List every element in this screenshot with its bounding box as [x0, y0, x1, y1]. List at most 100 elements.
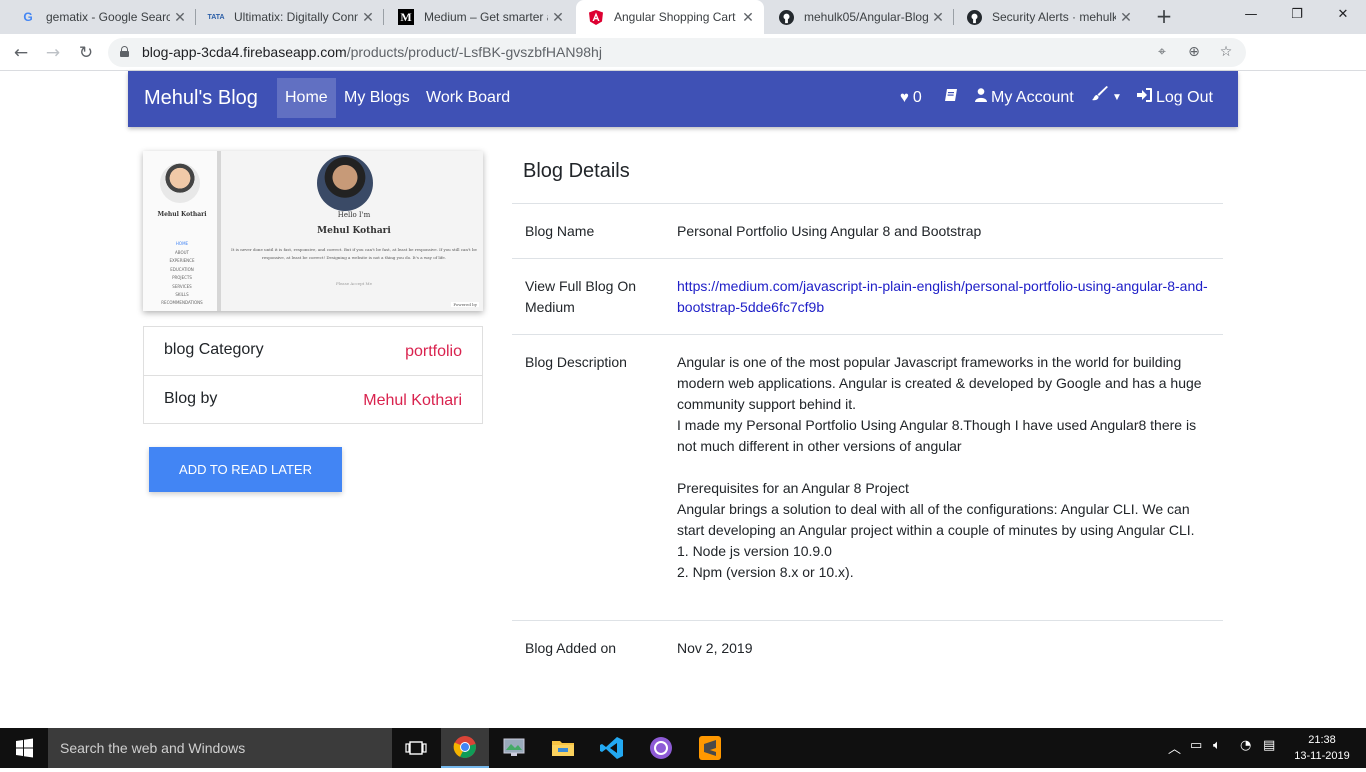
close-tab-icon[interactable]: ✕ [1116, 9, 1136, 26]
clock-date: 13-11-2019 [1294, 750, 1350, 762]
monitor-app-icon [503, 738, 525, 756]
github-icon [966, 9, 982, 25]
list-item: Blog by Mehul Kothari [144, 376, 482, 425]
start-button[interactable] [0, 728, 48, 768]
nav-work-board[interactable]: Work Board [418, 78, 518, 118]
thumbnail-name: Mehul Kothari [317, 226, 391, 236]
taskbar-chrome[interactable] [441, 728, 489, 768]
blog-name-label: Blog Name [525, 223, 595, 239]
user-icon [975, 78, 987, 118]
wifi-icon[interactable]: ◔ [1240, 738, 1251, 753]
thumbnail-link: PROJECTS [172, 275, 192, 280]
url-path: /products/product/-LsfBK-gvszbfHAN98hj [346, 44, 602, 60]
sublime-icon [699, 736, 721, 760]
blog-thumbnail: Mehul Kothari HOME ABOUT EXPERIENCE EDUC… [143, 151, 483, 311]
reload-icon[interactable]: ↻ [73, 40, 99, 66]
taskbar-app[interactable] [490, 728, 538, 768]
thumbnail-greeting: Hello I'm [337, 211, 371, 219]
caret-down-icon: ▼ [1112, 92, 1122, 103]
description-blank [677, 457, 1212, 478]
vscode-icon [600, 737, 623, 759]
taskbar-search-input[interactable]: Search the web and Windows [48, 728, 392, 768]
list-item: blog Category portfolio [144, 327, 482, 376]
task-view-icon [405, 741, 427, 755]
theme-dropdown[interactable]: ▼ [1091, 78, 1122, 118]
nav-my-blogs[interactable]: My Blogs [336, 78, 418, 118]
thumbnail-avatar-small [160, 163, 200, 203]
tab-angular-shopping-cart[interactable]: Angular Shopping Cart ✕ [576, 0, 764, 34]
table-row: Blog Name Personal Portfolio Using Angul… [512, 203, 1223, 258]
close-tab-icon[interactable]: ✕ [358, 9, 378, 26]
tab-github-angular-blog[interactable]: mehulk05/Angular-Blog ✕ [766, 0, 954, 34]
medium-link[interactable]: https://medium.com/javascript-in-plain-e… [677, 278, 1208, 315]
thumbnail-sidebar: Mehul Kothari HOME ABOUT EXPERIENCE EDUC… [143, 151, 221, 311]
description-value: Angular is one of the most popular Javas… [677, 352, 1212, 583]
new-tab-button[interactable]: + [1152, 4, 1176, 28]
blog-info-list: blog Category portfolio Blog by Mehul Ko… [143, 326, 483, 424]
minimize-icon[interactable]: — [1228, 0, 1274, 30]
tab-title: Ultimatix: Digitally Connected [234, 10, 358, 24]
logout-link[interactable]: Log Out [1137, 78, 1213, 118]
my-account-label: My Account [991, 89, 1074, 106]
taskbar-github-desktop[interactable] [637, 728, 685, 768]
forward-icon[interactable]: → [40, 40, 66, 66]
thumbnail-link: SKILLS [175, 292, 189, 297]
chevron-up-icon[interactable]: ︿ [1168, 738, 1181, 757]
location-icon[interactable]: ⌖ [1152, 42, 1172, 62]
tab-medium[interactable]: M Medium – Get smarter about ✕ [386, 0, 574, 34]
close-tab-icon[interactable]: ✕ [548, 9, 568, 26]
back-icon[interactable]: ← [8, 40, 34, 66]
close-tab-icon[interactable]: ✕ [170, 9, 190, 26]
github-icon [778, 9, 794, 25]
bookmark-star-icon[interactable]: ☆ [1216, 42, 1236, 62]
category-label: blog Category [164, 341, 264, 358]
details-heading: Blog Details [523, 160, 630, 182]
description-paragraph: Angular brings a solution to deal with a… [677, 501, 1195, 538]
add-to-read-later-button[interactable]: Add to read later [149, 447, 342, 492]
close-window-icon[interactable]: ✕ [1320, 0, 1366, 30]
task-view-button[interactable] [392, 728, 440, 768]
tab-google-search[interactable]: G gematix - Google Search ✕ [8, 0, 196, 34]
tab-title: mehulk05/Angular-Blog [804, 10, 928, 24]
install-icon[interactable]: ⊕ [1184, 42, 1204, 62]
taskbar-clock[interactable]: 21:38 13-11-2019 [1294, 732, 1350, 764]
notification-icon[interactable]: ▤ [1263, 738, 1275, 753]
close-tab-icon[interactable]: ✕ [738, 9, 758, 26]
thumbnail-sidebar-name: Mehul Kothari [157, 211, 207, 218]
read-later-link[interactable] [944, 78, 958, 118]
taskbar-sublime[interactable] [686, 728, 734, 768]
thumbnail-link: RECOMMENDATIONS [161, 300, 203, 305]
medium-icon: M [398, 9, 414, 25]
tab-github-security-alerts[interactable]: Security Alerts · mehulk05 ✕ [954, 0, 1142, 34]
description-label: Blog Description [525, 354, 627, 370]
nav-home[interactable]: Home [277, 78, 336, 118]
brand-logo[interactable]: Mehul's Blog [144, 87, 258, 110]
description-paragraph: Prerequisites for an Angular 8 Project [677, 480, 909, 496]
battery-icon[interactable]: ▭ [1190, 738, 1202, 753]
close-tab-icon[interactable]: ✕ [928, 9, 948, 26]
restore-icon[interactable]: ❐ [1274, 0, 1320, 30]
wishlist-count: 0 [912, 89, 922, 106]
browser-toolbar: ← → ↻ blog-app-3cda4.firebaseapp.com/pro… [0, 34, 1366, 97]
page-content: Mehul's Blog Home My Blogs Work Board ♥ … [0, 71, 1366, 728]
thumbnail-link: SERVICES [172, 284, 192, 289]
my-account-link[interactable]: My Account [975, 78, 1074, 118]
wishlist-link[interactable]: ♥ 0 [900, 78, 922, 118]
address-bar[interactable]: blog-app-3cda4.firebaseapp.com/products/… [108, 38, 1246, 67]
tab-ultimatix[interactable]: TATA Ultimatix: Digitally Connected ✕ [196, 0, 384, 34]
author-label: Blog by [164, 390, 218, 407]
paint-brush-icon [1091, 78, 1109, 118]
windows-icon [16, 738, 33, 758]
taskbar-file-explorer[interactable] [539, 728, 587, 768]
category-value: portfolio [405, 343, 462, 360]
description-paragraph: 2. Npm (version 8.x or 10.x). [677, 564, 854, 580]
added-on-label: Blog Added on [525, 640, 617, 656]
chrome-icon [453, 736, 476, 758]
url-text[interactable]: blog-app-3cda4.firebaseapp.com/products/… [142, 44, 602, 60]
medium-link-value: https://medium.com/javascript-in-plain-e… [677, 276, 1212, 318]
lock-icon[interactable] [120, 46, 129, 57]
tab-title: Angular Shopping Cart [614, 10, 736, 24]
angular-icon [588, 9, 604, 25]
volume-icon[interactable]: 🔈︎ [1213, 738, 1221, 753]
taskbar-vscode[interactable] [588, 728, 636, 768]
